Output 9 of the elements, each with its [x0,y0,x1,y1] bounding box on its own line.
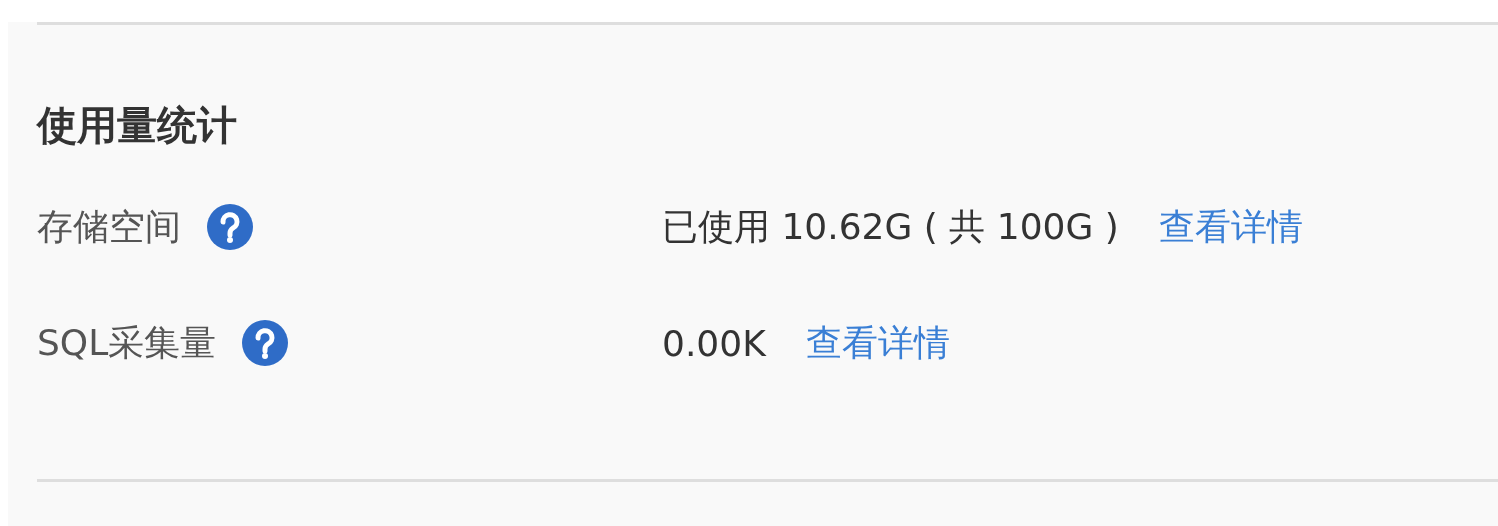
details-link[interactable]: 查看详情 [805,318,950,368]
section-title: 使用量统计 [37,101,238,150]
details-link[interactable]: 查看详情 [1158,202,1303,252]
row-label: SQL采集量 [37,320,217,365]
usage-value: 0.00K [662,322,766,364]
help-icon[interactable] [242,320,289,366]
usage-value: 已使用 10.62G ( 共 100G ) [662,204,1119,249]
help-icon[interactable] [207,204,253,250]
row-label: 存储空间 [37,204,181,249]
